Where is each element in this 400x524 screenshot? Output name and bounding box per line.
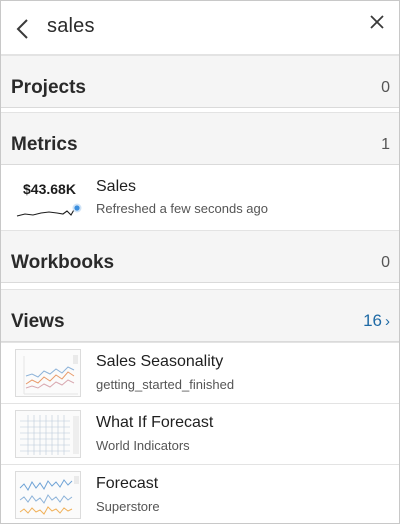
view-subtitle: getting_started_finished (96, 377, 235, 392)
close-icon[interactable] (369, 14, 385, 30)
section-title: Metrics (11, 134, 78, 155)
section-title: Workbooks (11, 252, 115, 273)
view-row-sales-seasonality[interactable]: Sales Seasonality getting_started_finish… (1, 342, 399, 403)
search-input[interactable]: sales (47, 15, 95, 38)
section-count: 0 (381, 79, 390, 96)
view-thumbnail (15, 471, 81, 519)
view-subtitle: World Indicators (96, 438, 190, 453)
view-title: Forecast (96, 475, 159, 492)
search-bar: sales (1, 1, 399, 55)
view-row-forecast[interactable]: Forecast Superstore (1, 464, 399, 523)
back-arrow-icon[interactable] (14, 18, 32, 40)
search-results-panel: sales Projects 0 Metrics 1 $43.68K Sales… (0, 0, 400, 524)
view-thumbnail (15, 349, 81, 397)
section-title: Views (11, 311, 65, 332)
sparkline-chart (16, 203, 82, 217)
section-header-projects: Projects 0 (1, 55, 399, 108)
view-thumbnail (15, 410, 81, 458)
chevron-right-icon: › (385, 313, 390, 330)
view-subtitle: Superstore (96, 499, 160, 514)
section-title: Projects (11, 77, 86, 98)
metric-title: Sales (96, 178, 137, 195)
views-see-all-link[interactable]: 16 › (363, 311, 390, 331)
section-header-metrics: Metrics 1 (1, 112, 399, 165)
view-row-what-if-forecast[interactable]: What If Forecast World Indicators (1, 403, 399, 464)
section-header-workbooks: Workbooks 0 (1, 230, 399, 283)
section-header-views: Views 16 › (1, 289, 399, 342)
section-count: 1 (381, 136, 390, 153)
section-count: 0 (381, 254, 390, 271)
metric-value: $43.68K (23, 181, 76, 197)
metric-subtitle: Refreshed a few seconds ago (96, 201, 268, 216)
view-title: What If Forecast (96, 414, 214, 431)
view-title: Sales Seasonality (96, 353, 224, 370)
views-count: 16 (363, 311, 382, 330)
